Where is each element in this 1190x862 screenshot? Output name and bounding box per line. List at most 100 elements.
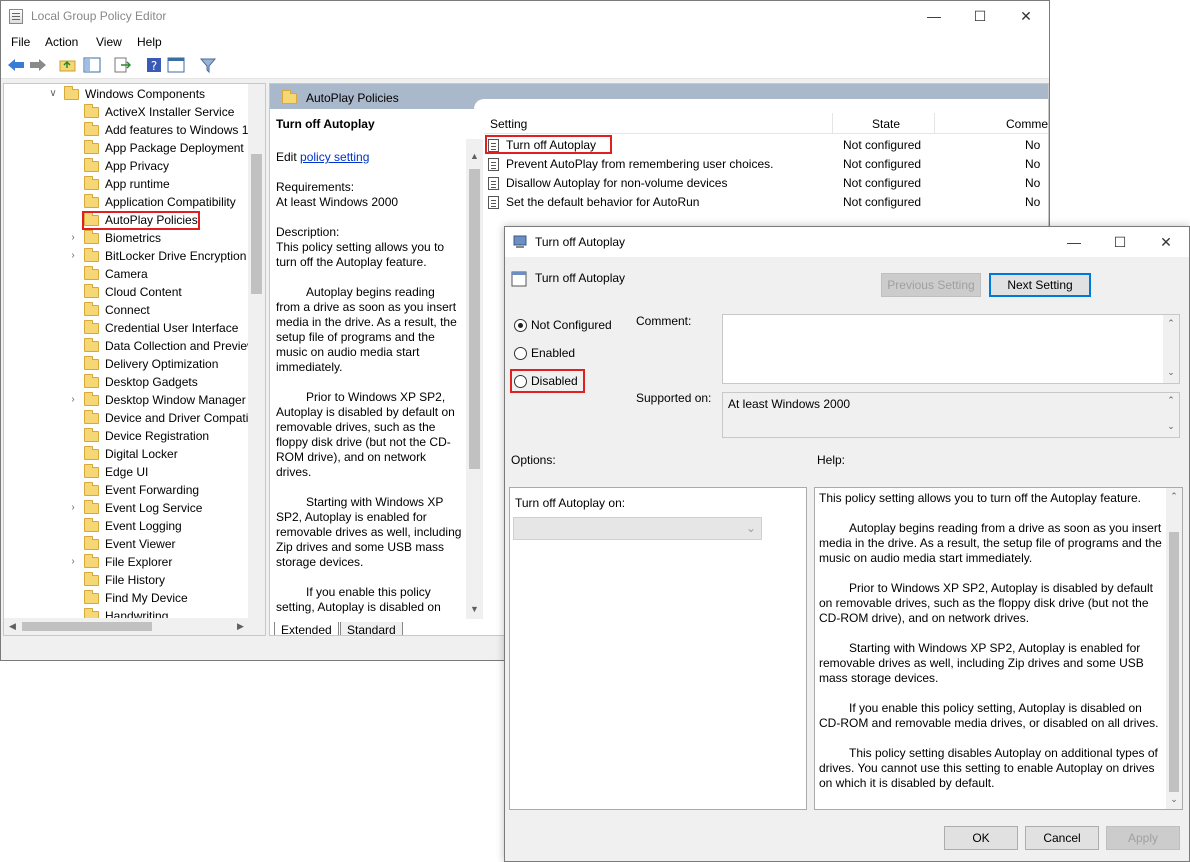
- column-state[interactable]: State: [872, 117, 900, 131]
- help-scroll-up-icon[interactable]: ⌃: [1166, 491, 1182, 502]
- forward-arrow-icon[interactable]: [29, 57, 47, 73]
- apply-button[interactable]: Apply: [1106, 826, 1180, 850]
- tree-item[interactable]: Device Registration: [4, 427, 248, 445]
- menu-view[interactable]: View: [96, 35, 122, 49]
- ok-button[interactable]: OK: [944, 826, 1018, 850]
- setting-row[interactable]: Prevent AutoPlay from remembering user c…: [484, 155, 1048, 174]
- turn-off-autoplay-on-select[interactable]: ⌄: [513, 517, 762, 540]
- close-button[interactable]: ✕: [1003, 1, 1049, 31]
- tab-extended[interactable]: Extended: [274, 622, 339, 635]
- menu-help[interactable]: Help: [137, 35, 162, 49]
- help-scroll-down-icon[interactable]: ⌄: [1166, 794, 1182, 805]
- next-setting-button[interactable]: Next Setting: [989, 273, 1091, 297]
- folder-icon: [84, 572, 99, 586]
- tree-item[interactable]: Desktop Gadgets: [4, 373, 248, 391]
- previous-setting-button[interactable]: Previous Setting: [881, 273, 981, 297]
- scroll-down-icon[interactable]: ▼: [466, 604, 483, 614]
- supported-scroll-down-icon[interactable]: ⌄: [1163, 421, 1179, 432]
- tree-item-label: Connect: [105, 303, 150, 317]
- tree-item[interactable]: Event Logging: [4, 517, 248, 535]
- supported-scroll-up-icon[interactable]: ⌃: [1163, 395, 1179, 406]
- tree-item[interactable]: ActiveX Installer Service: [4, 103, 248, 121]
- minimize-button[interactable]: —: [911, 1, 957, 31]
- description-scrollbar[interactable]: ▲ ▼: [466, 139, 483, 619]
- setting-row[interactable]: Set the default behavior for AutoRun Not …: [484, 193, 1048, 212]
- filter-icon[interactable]: [199, 57, 217, 73]
- column-setting[interactable]: Setting: [490, 117, 527, 131]
- tree-vscrollbar[interactable]: [248, 84, 265, 618]
- tree-item[interactable]: Application Compatibility: [4, 193, 248, 211]
- tree-item[interactable]: Credential User Interface: [4, 319, 248, 337]
- supported-on-field: At least Windows 2000 ⌃ ⌄: [722, 392, 1180, 438]
- setting-row[interactable]: Disallow Autoplay for non-volume devices…: [484, 174, 1048, 193]
- properties-icon[interactable]: [167, 57, 185, 73]
- tree-item[interactable]: Add features to Windows 10: [4, 121, 255, 139]
- menu-action[interactable]: Action: [45, 35, 78, 49]
- column-comment[interactable]: Comme: [1006, 117, 1048, 131]
- tree-hscrollbar[interactable]: ◀ ▶: [4, 618, 265, 635]
- tree-hscroll-thumb[interactable]: [22, 622, 152, 631]
- folder-icon: [84, 266, 99, 280]
- tree-item[interactable]: Camera: [4, 265, 248, 283]
- tree-item[interactable]: Device and Driver Compatib: [4, 409, 255, 427]
- tree-item[interactable]: Event Forwarding: [4, 481, 248, 499]
- select-chevron-icon: ⌄: [746, 521, 757, 535]
- dialog-minimize-button[interactable]: —: [1051, 227, 1097, 257]
- expand-chevron-icon[interactable]: ›: [68, 553, 78, 571]
- up-folder-icon[interactable]: [59, 57, 77, 73]
- menu-file[interactable]: File: [11, 35, 30, 49]
- comment-scroll-down-icon[interactable]: ⌄: [1163, 367, 1179, 378]
- tree-item[interactable]: › Biometrics: [4, 229, 248, 247]
- tree-item[interactable]: Edge UI: [4, 463, 248, 481]
- help-icon[interactable]: ?: [145, 57, 163, 73]
- expand-chevron-icon[interactable]: ›: [68, 229, 78, 247]
- tree-item[interactable]: › BitLocker Drive Encryption: [4, 247, 248, 265]
- description-scroll-thumb[interactable]: [469, 169, 480, 469]
- tree-item[interactable]: App Package Deployment: [4, 139, 248, 157]
- tree-item[interactable]: › Event Log Service: [4, 499, 248, 517]
- collapse-chevron-icon[interactable]: ∨: [48, 85, 58, 103]
- expand-chevron-icon[interactable]: ›: [68, 499, 78, 517]
- cancel-button[interactable]: Cancel: [1025, 826, 1099, 850]
- export-list-icon[interactable]: [113, 57, 131, 73]
- tree-item[interactable]: Cloud Content: [4, 283, 248, 301]
- help-panel: This policy setting allows you to turn o…: [814, 487, 1183, 810]
- tree-item[interactable]: Event Viewer: [4, 535, 248, 553]
- tree-item[interactable]: File History: [4, 571, 248, 589]
- show-hide-tree-icon[interactable]: [83, 57, 101, 73]
- tree-item[interactable]: Digital Locker: [4, 445, 248, 463]
- folder-icon: [84, 122, 99, 136]
- tree-item[interactable]: › File Explorer: [4, 553, 248, 571]
- dialog-maximize-button[interactable]: ☐: [1097, 227, 1143, 257]
- tree-vscroll-thumb[interactable]: [251, 154, 262, 294]
- comment-textarea[interactable]: ⌃ ⌄: [722, 314, 1180, 384]
- tree-item[interactable]: Data Collection and Preview: [4, 337, 256, 355]
- tree-item[interactable]: App Privacy: [4, 157, 248, 175]
- scroll-up-icon[interactable]: ▲: [466, 151, 483, 161]
- tree-item[interactable]: Connect: [4, 301, 248, 319]
- help-scroll-thumb[interactable]: [1169, 532, 1179, 792]
- tree-item[interactable]: App runtime: [4, 175, 248, 193]
- tree-item[interactable]: Delivery Optimization: [4, 355, 248, 373]
- folder-icon: [84, 230, 99, 244]
- expand-chevron-icon[interactable]: ›: [68, 391, 78, 409]
- comment-scroll-up-icon[interactable]: ⌃: [1163, 318, 1179, 329]
- back-arrow-icon[interactable]: [7, 57, 25, 73]
- radio-enabled[interactable]: [514, 347, 527, 360]
- tab-standard[interactable]: Standard: [340, 622, 403, 635]
- folder-icon: [84, 590, 99, 604]
- dialog-close-button[interactable]: ✕: [1143, 227, 1189, 257]
- help-scrollbar[interactable]: ⌃ ⌄: [1166, 488, 1182, 809]
- policy-setting-link[interactable]: policy setting: [300, 150, 369, 164]
- scroll-left-icon[interactable]: ◀: [4, 621, 21, 632]
- supported-scrollbar[interactable]: ⌃ ⌄: [1163, 393, 1179, 437]
- tree-item[interactable]: Find My Device: [4, 589, 248, 607]
- tree-item[interactable]: ∨ Windows Components: [4, 85, 248, 103]
- comment-scrollbar[interactable]: ⌃ ⌄: [1163, 315, 1179, 383]
- maximize-button[interactable]: ☐: [957, 1, 1003, 31]
- radio-not-configured[interactable]: [514, 319, 527, 332]
- tree-item[interactable]: › Desktop Window Manager: [4, 391, 248, 409]
- expand-chevron-icon[interactable]: ›: [68, 247, 78, 265]
- edit-prefix: Edit: [276, 150, 297, 164]
- scroll-right-icon[interactable]: ▶: [232, 621, 249, 632]
